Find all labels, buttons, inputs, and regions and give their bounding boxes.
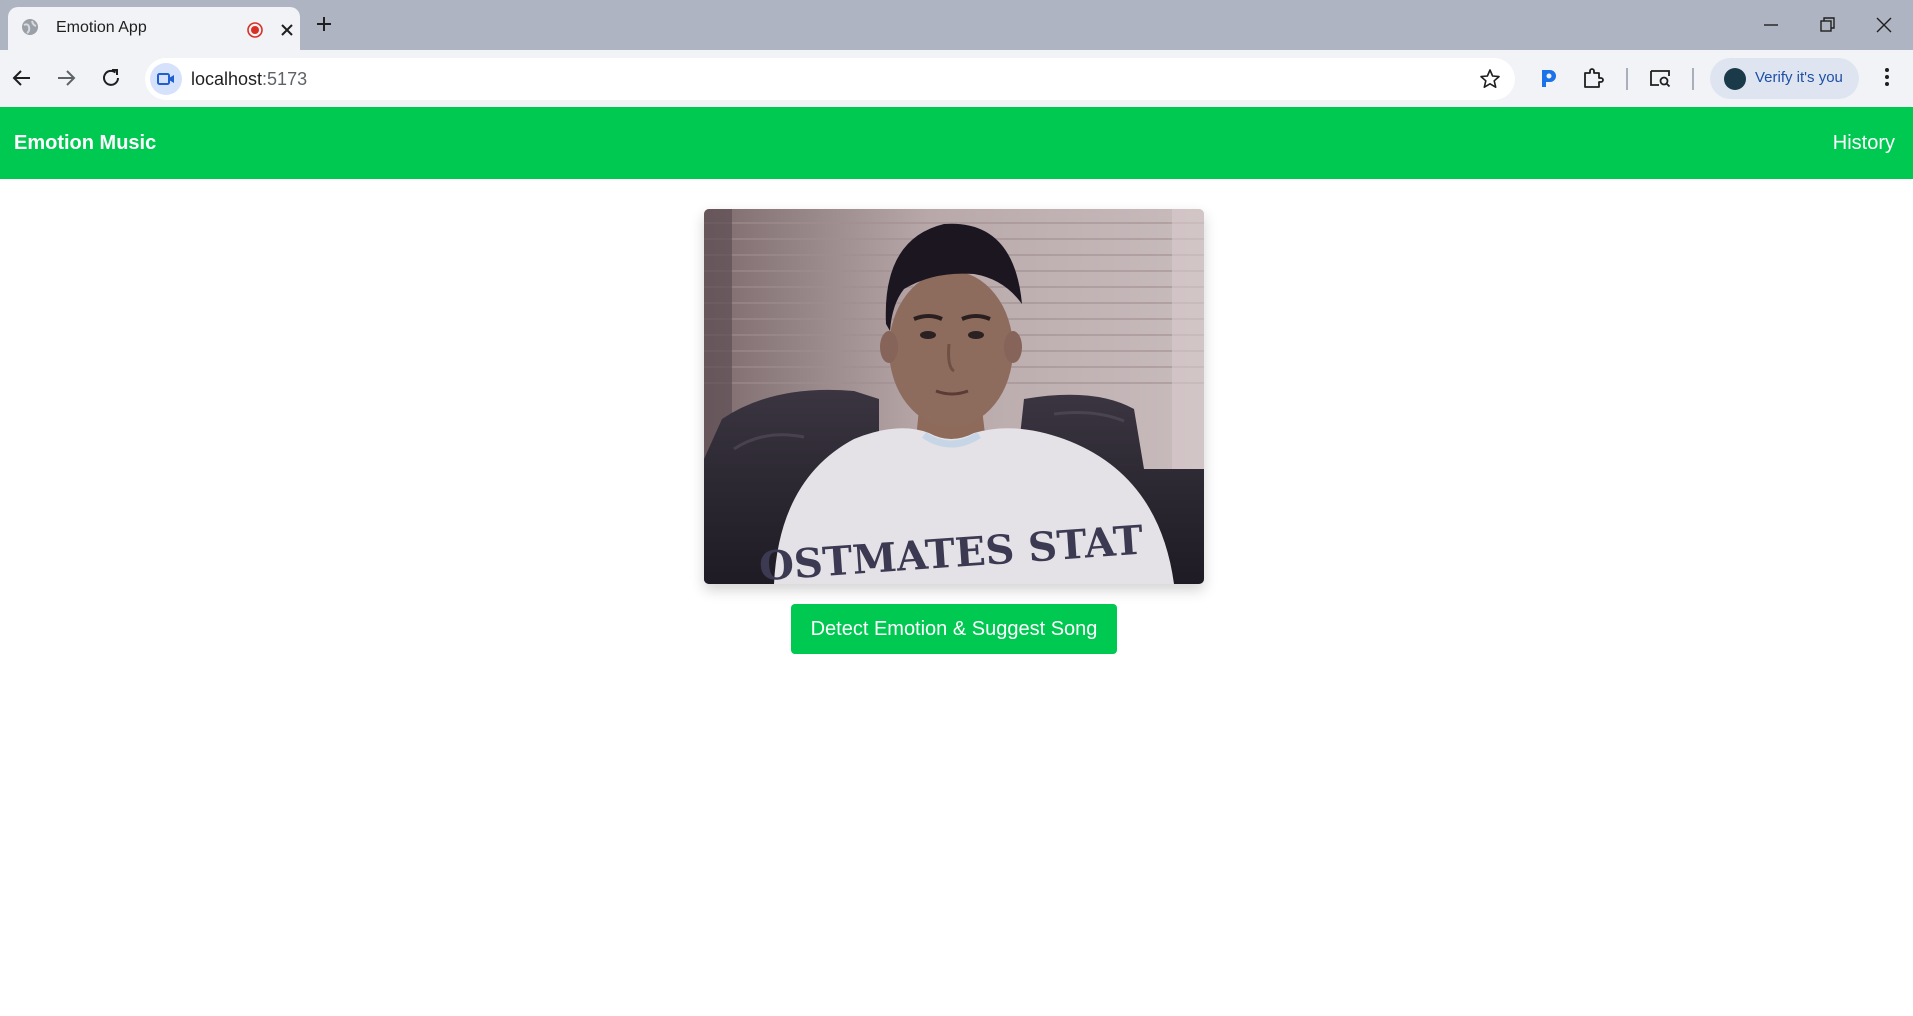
restore-icon[interactable] [1813, 11, 1841, 39]
minimize-icon[interactable] [1757, 11, 1785, 39]
toolbar-divider [1626, 68, 1628, 90]
address-bar[interactable]: localhost:5173 [145, 58, 1515, 100]
verify-profile-button[interactable]: Verify it's you [1710, 58, 1859, 99]
reload-icon[interactable] [98, 65, 124, 91]
recording-icon [247, 22, 263, 38]
p-extension-icon[interactable] [1535, 65, 1561, 91]
webcam-feed: OSTMATES STAT [704, 209, 1204, 584]
detect-emotion-button[interactable]: Detect Emotion & Suggest Song [791, 604, 1117, 654]
star-icon[interactable] [1479, 68, 1501, 90]
camera-in-use-icon [157, 73, 174, 85]
tab-title: Emotion App [56, 19, 147, 36]
verify-label: Verify it's you [1755, 69, 1843, 86]
tab-search-icon[interactable] [1647, 65, 1673, 91]
profile-avatar [1724, 68, 1746, 90]
toolbar-divider [1692, 68, 1694, 90]
close-icon[interactable] [278, 21, 296, 39]
kebab-menu-icon[interactable] [1874, 64, 1900, 90]
back-arrow-icon[interactable] [9, 65, 35, 91]
url-text: localhost:5173 [191, 69, 307, 90]
window-close-icon[interactable] [1870, 11, 1898, 39]
app-brand[interactable]: Emotion Music [14, 132, 156, 155]
url-host: localhost [191, 69, 263, 89]
puzzle-icon[interactable] [1580, 65, 1606, 91]
app-navbar: Emotion Music History [0, 107, 1913, 179]
forward-arrow-icon[interactable] [53, 65, 79, 91]
browser-tab[interactable]: Emotion App [8, 7, 300, 50]
history-link[interactable]: History [1833, 132, 1895, 155]
plus-icon[interactable] [314, 14, 334, 34]
browser-toolbar: localhost:5173 Verify it's you [0, 50, 1913, 107]
globe-icon [22, 19, 38, 35]
site-info-button[interactable] [150, 63, 182, 95]
url-port: :5173 [262, 69, 308, 89]
browser-tab-strip: Emotion App [0, 0, 1913, 50]
